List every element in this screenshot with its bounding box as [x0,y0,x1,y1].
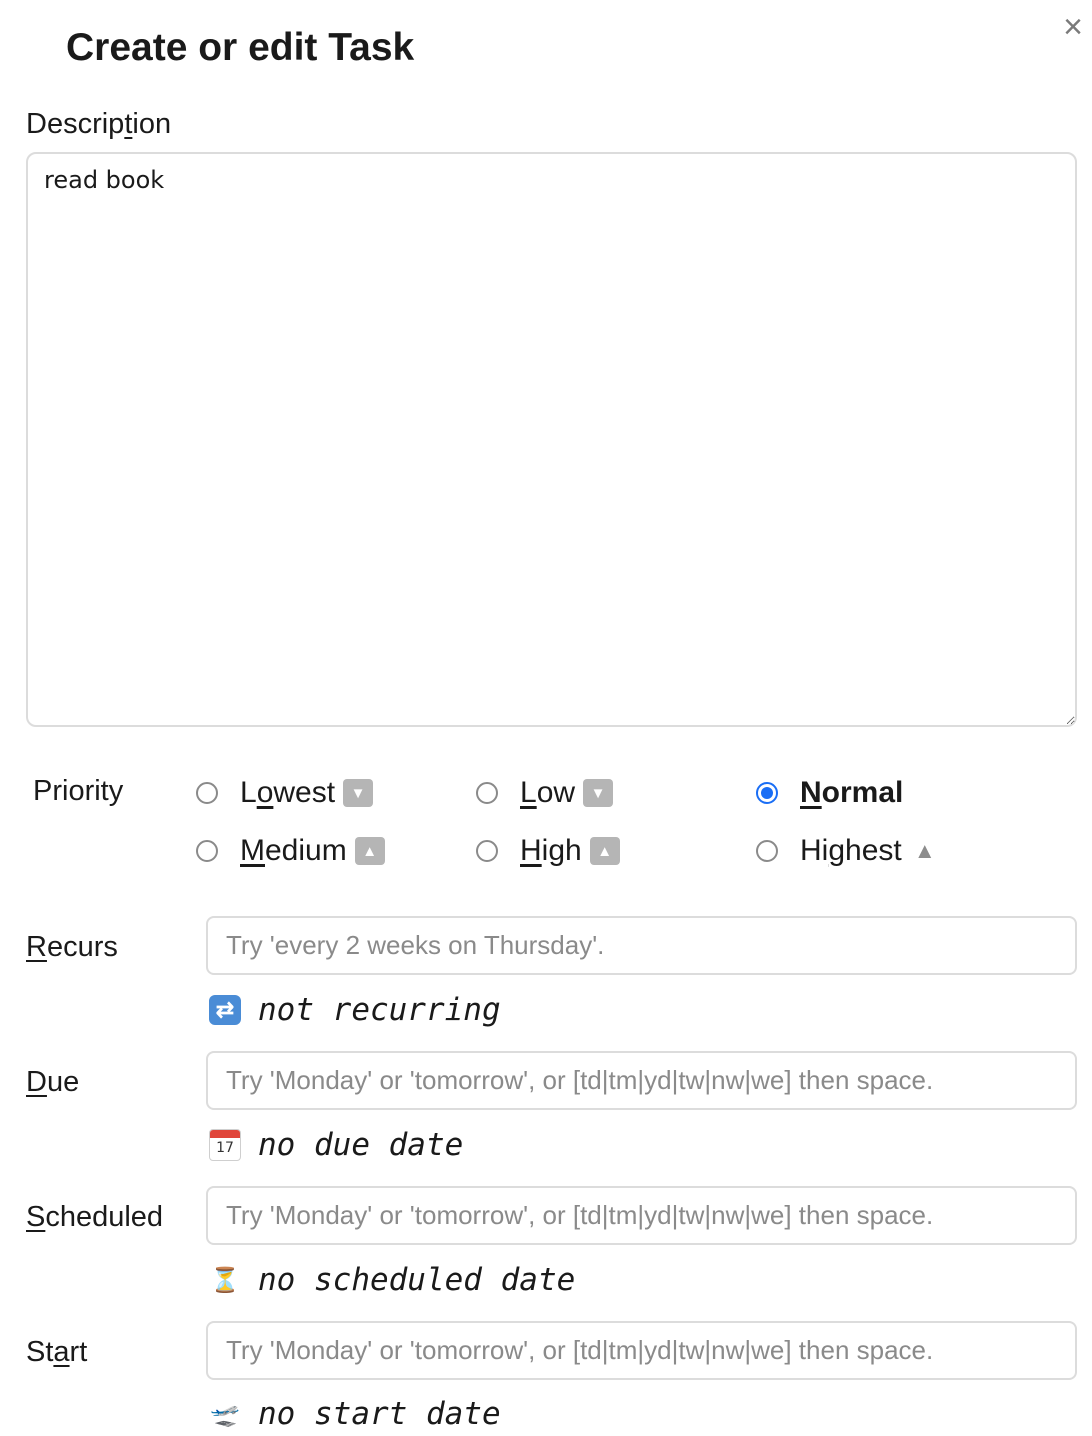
start-label: Start [26,1336,88,1368]
start-input[interactable] [206,1321,1077,1380]
priority-option-medium[interactable]: Medium ▲ [196,831,385,871]
priority-option-high[interactable]: High ▲ [476,831,620,871]
scheduled-input[interactable] [206,1186,1077,1245]
description-textarea[interactable]: read book [26,152,1077,727]
start-status: 🛫 no start date [208,1392,501,1436]
scheduled-status-text: no scheduled date [258,1262,576,1298]
priority-label-highest: Highest [800,834,902,867]
recurs-label: Recurs [26,931,118,963]
hourglass-icon: ⏳ [210,1266,240,1294]
close-icon: × [1063,8,1083,46]
airplane-departure-icon: 🛫 [210,1400,240,1428]
recurring-icon: ⇄ [208,993,242,1027]
priority-label: Priority [33,775,124,807]
priority-label-normal: Normal [800,776,904,809]
description-label: Description [26,108,172,140]
due-status: 17 no due date [208,1123,463,1167]
priority-option-highest[interactable]: Highest ▲ [756,831,940,871]
low-priority-icon: ▼ [583,779,614,807]
due-input[interactable] [206,1051,1077,1110]
scheduled-status: ⏳ no scheduled date [208,1258,575,1302]
priority-label-low: Low [520,776,576,809]
medium-priority-icon: ▲ [354,837,385,865]
priority-radio-low[interactable] [476,782,498,804]
priority-option-normal[interactable]: Normal [756,773,903,813]
due-status-text: no due date [258,1127,464,1163]
close-button[interactable]: × [1058,10,1088,44]
priority-label-high: High [520,834,582,867]
high-priority-icon: ▲ [589,837,620,865]
priority-radio-high[interactable] [476,840,498,862]
priority-label-medium: Medium [240,834,347,867]
recurs-status-text: not recurring [258,992,501,1028]
start-status-text: no start date [258,1396,501,1432]
scheduled-label: Scheduled [26,1201,164,1233]
highest-priority-icon: ▲ [913,838,936,863]
dialog-title: Create or edit Task [66,26,415,69]
calendar-icon: 17 [208,1128,242,1162]
priority-radio-medium[interactable] [196,840,218,862]
priority-label-lowest: Lowest [240,776,336,809]
priority-option-lowest[interactable]: Lowest ▼ [196,773,374,813]
priority-radio-lowest[interactable] [196,782,218,804]
priority-radio-highest[interactable] [756,840,778,862]
due-label: Due [26,1066,80,1098]
recurs-status: ⇄ not recurring [208,988,501,1032]
lowest-priority-icon: ▼ [343,779,374,807]
priority-radio-normal[interactable] [756,782,778,804]
priority-option-low[interactable]: Low ▼ [476,773,614,813]
recurs-input[interactable] [206,916,1077,975]
